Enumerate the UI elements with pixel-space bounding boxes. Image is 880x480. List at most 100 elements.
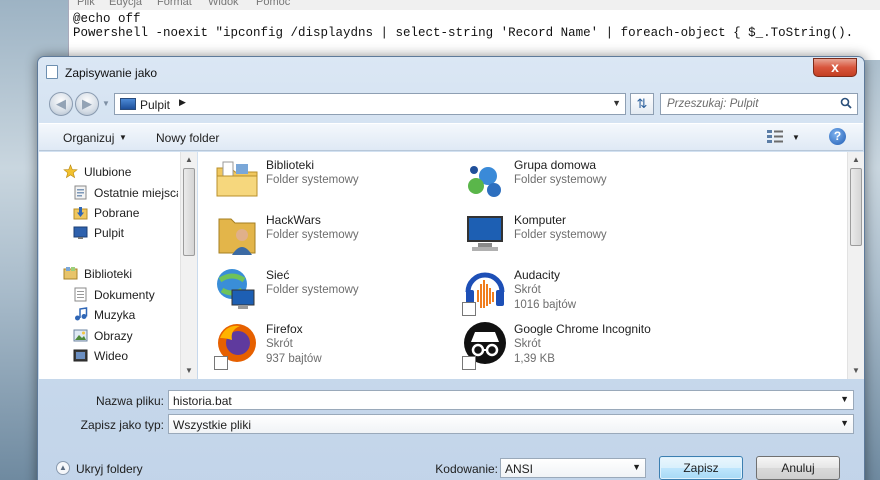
chevron-up-icon: ▲: [56, 461, 70, 475]
nav-item-favorites[interactable]: Ulubione: [39, 162, 181, 182]
file-list-scroll-thumb[interactable]: [850, 168, 862, 246]
save-as-dialog: Zapisywanie jako x ◀ ▶ ▼ Pulpit ▶ ▼ ⇅ Pr…: [37, 56, 865, 480]
documents-icon: [74, 287, 87, 302]
nav-item-documents[interactable]: Dokumenty: [39, 285, 181, 305]
file-item-libraries[interactable]: Biblioteki Folder systemowy: [214, 156, 454, 208]
encoding-dropdown-icon[interactable]: ▼: [632, 462, 641, 472]
file-type: Folder systemowy: [266, 284, 359, 296]
encoding-label: Kodowanie:: [435, 462, 498, 476]
file-name: Firefox: [266, 322, 303, 336]
recent-locations-dropdown[interactable]: ▼: [102, 99, 110, 108]
nav-item-pictures[interactable]: Obrazy: [39, 326, 181, 346]
computer-icon: [467, 216, 503, 251]
file-name: Sieć: [266, 268, 290, 282]
scroll-down-icon[interactable]: ▼: [181, 363, 197, 379]
nav-label: Ostatnie miejsca: [94, 186, 178, 200]
notepad-menubar: Plik Edycja Format Widok Pomoc: [69, 0, 880, 10]
homegroup-icon: [468, 166, 501, 197]
file-item-firefox[interactable]: Firefox Skrót 937 bajtów: [214, 320, 454, 372]
filetype-value: Wszystkie pliki: [173, 418, 252, 432]
notepad-line-1[interactable]: @echo off: [73, 12, 141, 26]
menu-help[interactable]: Pomoc: [256, 0, 290, 8]
encoding-select[interactable]: ANSI ▼: [500, 458, 646, 478]
forward-button[interactable]: ▶: [75, 92, 99, 116]
libraries-icon: [63, 267, 78, 280]
filename-label: Nazwa pliku:: [95, 394, 164, 408]
help-icon[interactable]: ?: [829, 128, 846, 145]
organize-button[interactable]: Organizuj: [63, 131, 114, 145]
star-icon: [63, 164, 78, 179]
file-size: 1,39 KB: [514, 353, 555, 365]
menu-format[interactable]: Format: [157, 0, 192, 8]
file-type: Folder systemowy: [266, 174, 359, 186]
nav-item-desktop[interactable]: Pulpit: [39, 223, 181, 243]
nav-item-libraries[interactable]: Biblioteki: [39, 264, 181, 284]
shortcut-arrow-icon: [462, 302, 476, 316]
file-name: Grupa domowa: [514, 158, 597, 172]
close-button[interactable]: x: [813, 58, 857, 77]
scroll-up-icon[interactable]: ▲: [848, 152, 864, 168]
menu-edit[interactable]: Edycja: [109, 0, 142, 8]
file-list-scrollbar[interactable]: ▲ ▼: [847, 152, 864, 379]
search-input[interactable]: Przeszukaj: Pulpit: [660, 93, 858, 115]
file-item-computer[interactable]: Komputer Folder systemowy: [462, 211, 702, 263]
nav-item-downloads[interactable]: Pobrane: [39, 203, 181, 223]
file-size: 937 bajtów: [266, 353, 322, 365]
network-icon: [217, 269, 255, 309]
filetype-dropdown-icon[interactable]: ▼: [840, 418, 849, 428]
filename-dropdown-icon[interactable]: ▼: [840, 394, 849, 404]
nav-scroll-thumb[interactable]: [183, 168, 195, 256]
music-icon: [75, 307, 88, 321]
file-item-audacity[interactable]: Audacity Skrót 1016 bajtów: [462, 266, 702, 318]
filename-value[interactable]: historia.bat: [173, 394, 232, 408]
downloads-icon: [73, 207, 88, 220]
recent-places-icon: [74, 185, 87, 200]
file-item-network[interactable]: Sieć Folder systemowy: [214, 266, 454, 318]
filetype-select[interactable]: Wszystkie pliki ▼: [168, 414, 854, 434]
back-button[interactable]: ◀: [49, 92, 73, 116]
navigation-pane: Ulubione Ostatnie miejsca Pobrane Pulpit…: [39, 152, 197, 379]
file-item-chrome-incognito[interactable]: Google Chrome Incognito Skrót 1,39 KB: [462, 320, 702, 372]
menu-view[interactable]: Widok: [208, 0, 239, 8]
notepad-line-2[interactable]: Powershell -noexit "ipconfig /displaydns…: [73, 26, 853, 40]
nav-scrollbar[interactable]: ▲ ▼: [180, 152, 197, 379]
menu-file[interactable]: Plik: [77, 0, 95, 8]
filetype-label: Zapisz jako typ:: [80, 418, 164, 432]
file-type: Skrót: [266, 338, 293, 350]
forward-arrow-icon: ▶: [82, 96, 92, 111]
shortcut-arrow-icon: [462, 356, 476, 370]
file-type: Folder systemowy: [266, 229, 359, 241]
file-list: Biblioteki Folder systemowy Grupa domowa…: [198, 152, 864, 379]
video-icon: [73, 349, 88, 362]
address-location[interactable]: Pulpit: [140, 98, 170, 112]
nav-label: Dokumenty: [94, 288, 155, 302]
nav-label: Obrazy: [94, 329, 133, 343]
desktop-icon: [73, 226, 88, 239]
new-folder-button[interactable]: Nowy folder: [156, 131, 219, 145]
file-item-homegroup[interactable]: Grupa domowa Folder systemowy: [462, 156, 702, 208]
view-dropdown-icon[interactable]: ▼: [792, 133, 800, 142]
breadcrumb-chevron-icon[interactable]: ▶: [179, 97, 186, 108]
file-size: 1016 bajtów: [514, 299, 577, 311]
address-dropdown-icon[interactable]: ▼: [612, 98, 621, 108]
nav-label: Muzyka: [94, 308, 136, 322]
refresh-button[interactable]: ⇅: [630, 93, 654, 115]
view-options-icon[interactable]: [767, 129, 783, 143]
scroll-down-icon[interactable]: ▼: [848, 363, 864, 379]
scroll-up-icon[interactable]: ▲: [181, 152, 197, 168]
nav-item-recent-places[interactable]: Ostatnie miejsca: [39, 183, 181, 203]
shortcut-arrow-icon: [214, 356, 228, 370]
nav-item-music[interactable]: Muzyka: [39, 305, 181, 325]
file-item-hackwars[interactable]: HackWars Folder systemowy: [214, 211, 454, 263]
address-bar[interactable]: Pulpit ▶ ▼: [114, 93, 626, 115]
search-icon[interactable]: [840, 97, 852, 109]
organize-dropdown-icon[interactable]: ▼: [119, 133, 127, 142]
save-button[interactable]: Zapisz: [659, 456, 743, 480]
nav-label: Biblioteki: [84, 267, 133, 281]
file-type: Folder systemowy: [514, 174, 607, 186]
libraries-folder-icon: [216, 161, 258, 197]
filename-input[interactable]: historia.bat ▼: [168, 390, 854, 410]
nav-item-video[interactable]: Wideo: [39, 346, 181, 366]
cancel-button[interactable]: Anuluj: [756, 456, 840, 480]
file-name: Biblioteki: [266, 158, 315, 172]
